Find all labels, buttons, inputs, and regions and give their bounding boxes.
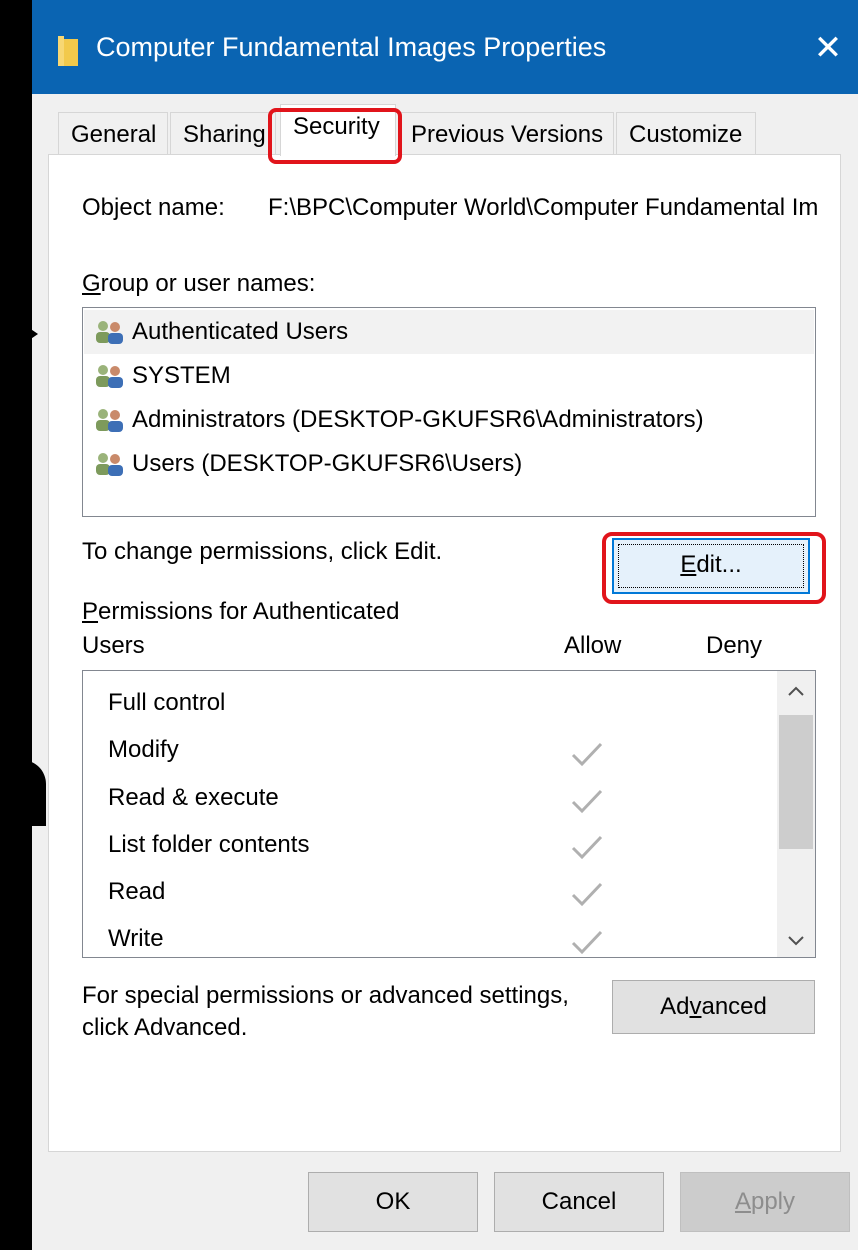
apply-button[interactable]: Apply (680, 1172, 850, 1232)
arrow-artifact (0, 308, 38, 360)
edit-button-highlight (602, 532, 826, 604)
tab-label: General (71, 121, 157, 148)
label-text: ermissions for Authenticated (98, 598, 400, 625)
label-text: roup or user names: (100, 270, 316, 297)
permission-modify: Modify (108, 736, 179, 763)
button-label: OK (375, 1188, 411, 1215)
users-group-icon (96, 321, 123, 344)
deny-column-header: Deny (706, 632, 763, 659)
button-label: pply (750, 1188, 796, 1215)
tab-label: Sharing (183, 121, 266, 148)
folder-icon (58, 36, 78, 66)
group-user-list[interactable]: Authenticated Users SYSTEM Administrator… (82, 307, 816, 517)
permission-write: Write (108, 925, 164, 952)
window-title: Computer Fundamental Images Properties (96, 32, 607, 62)
permissions-scrollbar[interactable] (777, 671, 815, 957)
scroll-up-button[interactable] (777, 671, 815, 707)
close-icon: ✕ (813, 29, 843, 67)
users-group-icon (96, 409, 123, 432)
permissions-list[interactable]: Full control Modify Read & execute List … (82, 670, 816, 958)
permission-full-control: Full control (108, 689, 226, 716)
access-key: A (734, 1188, 751, 1215)
access-key: v (689, 993, 702, 1020)
permission-read: Read (108, 878, 166, 905)
list-item-authenticated-users[interactable]: Authenticated Users (84, 310, 814, 354)
button-label: Cancel (541, 1188, 617, 1215)
allow-check-icon (571, 835, 603, 860)
scroll-thumb[interactable] (779, 715, 813, 849)
list-item-administrators[interactable]: Administrators (DESKTOP-GKUFSR6\Administ… (84, 398, 814, 442)
allow-check-icon (571, 789, 603, 814)
user-label: SYSTEM (132, 362, 231, 389)
list-item-users[interactable]: Users (DESKTOP-GKUFSR6\Users) (84, 442, 814, 486)
object-name-label: Object name: (82, 194, 225, 221)
special-permissions-hint-line2: click Advanced. (82, 1014, 248, 1041)
scroll-down-button[interactable] (777, 921, 815, 957)
user-label: Authenticated Users (132, 318, 349, 345)
ok-button[interactable]: OK (308, 1172, 478, 1232)
permissions-for-label-line2: Users (82, 632, 145, 659)
button-label-pre: Ad (660, 993, 690, 1020)
tab-customize[interactable]: Customize (616, 112, 756, 154)
change-permissions-hint: To change permissions, click Edit. (82, 538, 443, 565)
tab-sharing[interactable]: Sharing (170, 112, 276, 154)
list-item-system[interactable]: SYSTEM (84, 354, 814, 398)
users-group-icon (96, 453, 123, 476)
user-label: Administrators (DESKTOP-GKUFSR6\Administ… (132, 406, 704, 433)
users-group-icon (96, 365, 123, 388)
access-key: P (82, 598, 99, 625)
cancel-button[interactable]: Cancel (494, 1172, 664, 1232)
special-permissions-hint: For special permissions or advanced sett… (82, 982, 569, 1009)
button-label-post: anced (701, 993, 767, 1020)
group-user-names-label: Group or user names: (82, 270, 315, 298)
allow-column-header: Allow (564, 632, 622, 659)
object-name-value: F:\BPC\Computer World\Computer Fundament… (268, 194, 818, 221)
close-button[interactable]: ✕ (806, 24, 850, 72)
tab-general[interactable]: General (58, 112, 168, 154)
tab-label: Customize (629, 121, 743, 148)
tab-previous-versions[interactable]: Previous Versions (398, 112, 614, 154)
advanced-button[interactable]: Advanced (612, 980, 815, 1034)
security-tab-highlight (268, 108, 402, 164)
permissions-for-label: Permissions for Authenticated (82, 598, 400, 626)
allow-check-icon (571, 882, 603, 907)
letter-artifact (0, 760, 46, 826)
permission-list-folder-contents: List folder contents (108, 831, 310, 858)
allow-check-icon (571, 930, 603, 955)
screenshot-frame-left (0, 0, 32, 1250)
user-label: Users (DESKTOP-GKUFSR6\Users) (132, 450, 523, 477)
permission-read-execute: Read & execute (108, 784, 279, 811)
chevron-up-icon (788, 686, 804, 696)
chevron-down-icon (788, 936, 804, 946)
allow-check-icon (571, 742, 603, 767)
access-key: G (82, 270, 101, 297)
tab-label: Previous Versions (411, 121, 604, 148)
